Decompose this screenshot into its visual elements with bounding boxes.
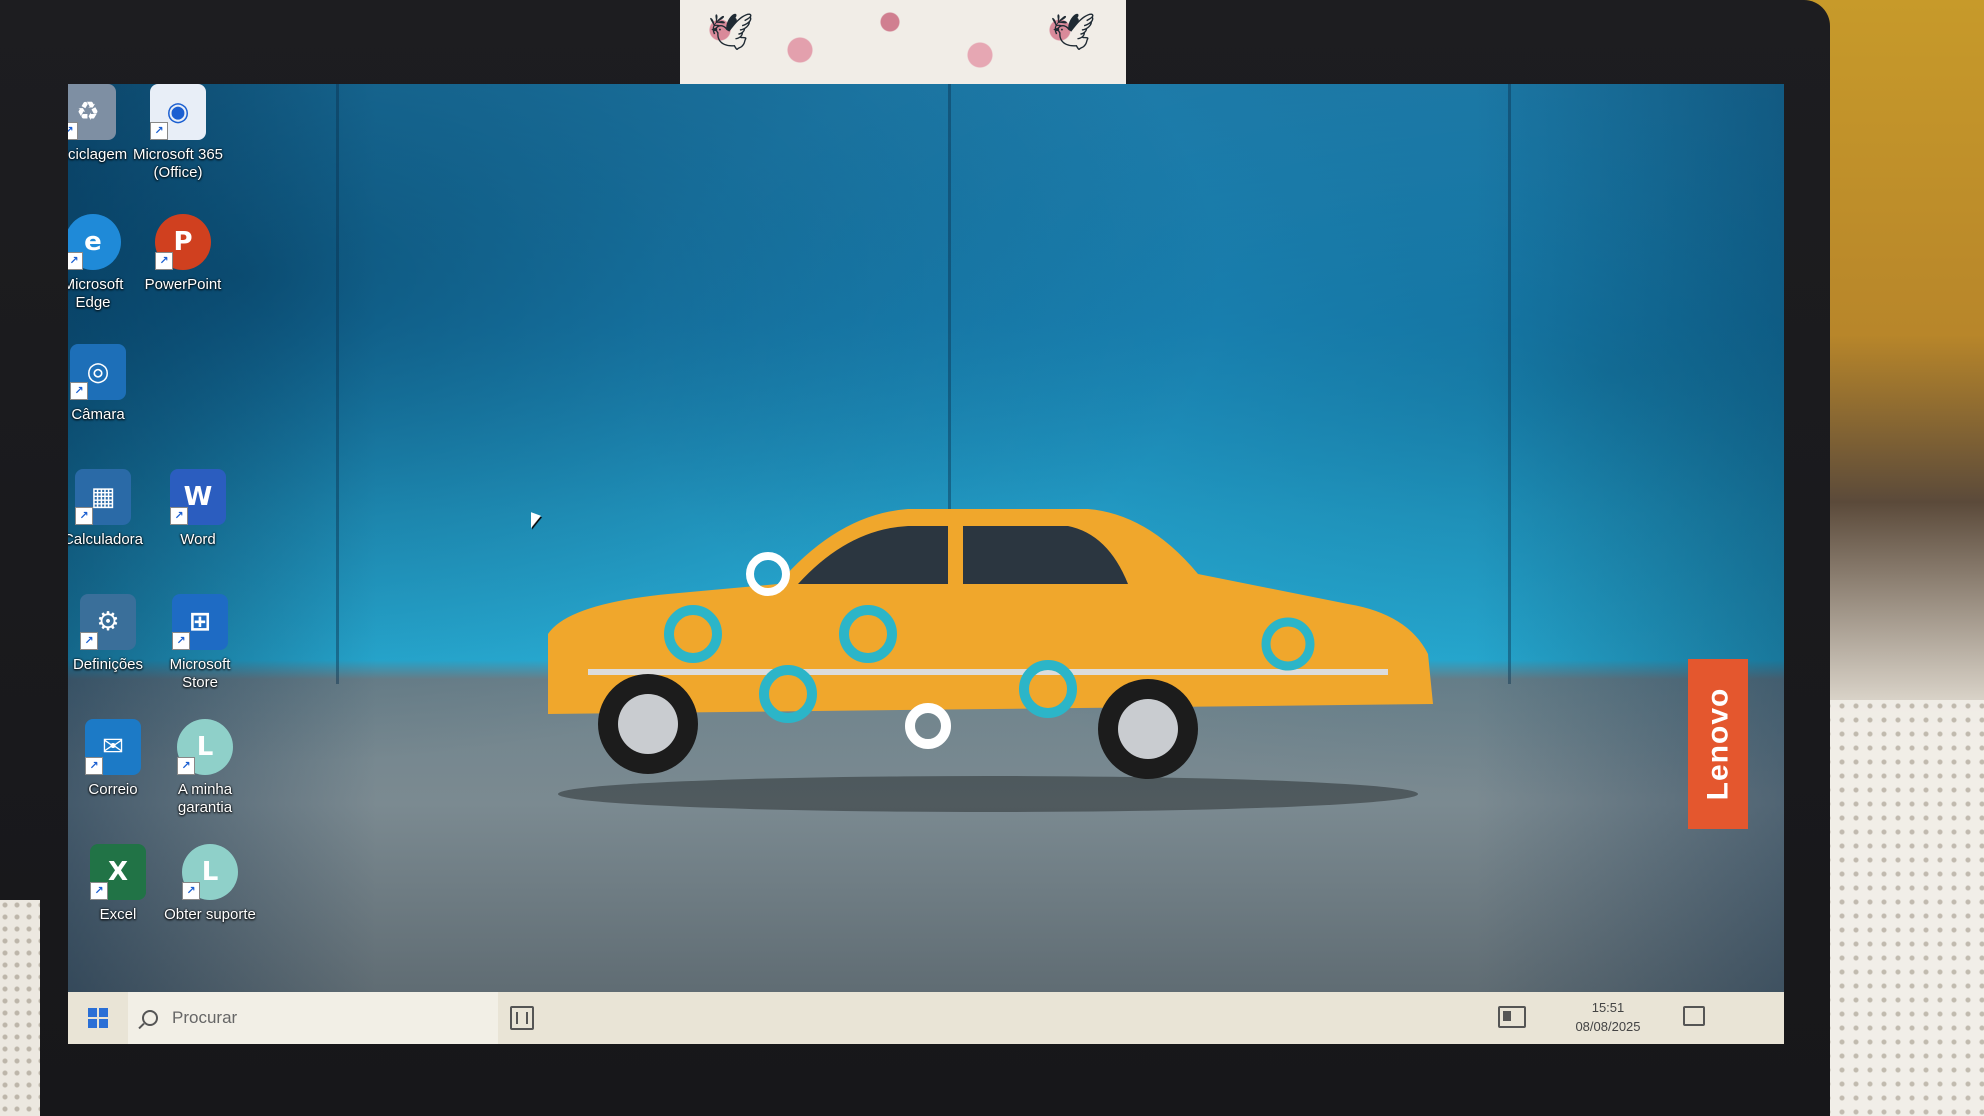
taskbar: Procurar 15:51 08/08/2025 — [68, 992, 1784, 1044]
desktop-icon-powerpoint[interactable]: P PowerPoint — [133, 214, 233, 294]
icon-label: Definições — [72, 656, 144, 673]
store-icon: ⊞ — [172, 594, 228, 650]
desktop-icon-excel[interactable]: X Excel — [68, 844, 168, 924]
icon-label: Calculadora — [68, 531, 144, 548]
icon-label: Word — [180, 531, 216, 548]
icon-label: Excel — [99, 906, 137, 923]
desktop-icon-camera[interactable]: ◎ Câmara — [68, 344, 148, 424]
desktop-icon-edge[interactable]: e Microsoft Edge — [68, 214, 143, 312]
start-button[interactable] — [68, 992, 128, 1044]
recycle-bin-icon: ♻ — [68, 84, 116, 140]
warranty-icon: L — [177, 719, 233, 775]
wall-seam — [1508, 84, 1511, 684]
lenovo-logo-text: Lenovo — [1701, 687, 1735, 801]
gear-icon: ⚙ — [80, 594, 136, 650]
bird-decoration: 🕊 — [1050, 11, 1096, 52]
wallpaper-car — [548, 509, 1433, 812]
icon-label: Obter suporte — [164, 906, 256, 923]
wall-seam — [336, 84, 339, 684]
desktop-icon-office[interactable]: ◉ Microsoft 365 (Office) — [128, 84, 228, 182]
clock-date: 08/08/2025 — [1575, 1019, 1641, 1034]
desktop-icon-support[interactable]: L Obter suporte — [160, 844, 260, 924]
desktop-screen: Lenovo ♻ Reciclagem ◉ Microsoft 365 (Off… — [68, 84, 1784, 1044]
desktop-icon-store[interactable]: ⊞ Microsoft Store — [150, 594, 250, 692]
search-icon — [142, 1010, 158, 1026]
task-view-icon[interactable] — [510, 1006, 534, 1030]
edge-icon: e — [68, 214, 121, 270]
icon-label: Microsoft Edge — [68, 276, 124, 311]
search-box[interactable]: Procurar — [128, 992, 498, 1044]
lenovo-logo: Lenovo — [1688, 659, 1748, 829]
icon-label: Correio — [88, 781, 138, 798]
taskbar-clock[interactable]: 15:51 08/08/2025 — [1568, 998, 1648, 1036]
table-cloth-left — [0, 900, 40, 1116]
icon-label: Microsoft Store — [169, 656, 231, 691]
office-icon: ◉ — [150, 84, 206, 140]
clock-time: 15:51 — [1591, 1000, 1625, 1015]
mouse-cursor-icon — [531, 512, 541, 532]
excel-icon: X — [90, 844, 146, 900]
powerpoint-icon: P — [155, 214, 211, 270]
search-placeholder: Procurar — [172, 1008, 238, 1027]
camera-icon: ◎ — [70, 344, 126, 400]
mail-icon: ✉ — [85, 719, 141, 775]
notification-center-icon[interactable] — [1683, 1006, 1705, 1026]
word-icon: W — [170, 469, 226, 525]
desktop-icon-warranty[interactable]: L A minha garantia — [155, 719, 255, 817]
windows-icon — [88, 1008, 108, 1028]
icon-label: Câmara — [71, 406, 125, 423]
bird-decoration: 🕊 — [708, 11, 754, 52]
bezel-sticker: 🕊 🕊 — [680, 0, 1126, 86]
icon-label: PowerPoint — [144, 276, 222, 293]
desktop-icon-settings[interactable]: ⚙ Definições — [68, 594, 158, 674]
support-icon: L — [182, 844, 238, 900]
desktop-icon-mail[interactable]: ✉ Correio — [68, 719, 163, 799]
icon-label: Microsoft 365 (Office) — [132, 146, 224, 181]
desktop-icon-word[interactable]: W Word — [148, 469, 248, 549]
calculator-icon: ▦ — [75, 469, 131, 525]
icon-label: A minha garantia — [177, 781, 233, 816]
desktop-icon-calculator[interactable]: ▦ Calculadora — [68, 469, 153, 549]
news-widget-icon[interactable] — [1498, 1006, 1526, 1028]
